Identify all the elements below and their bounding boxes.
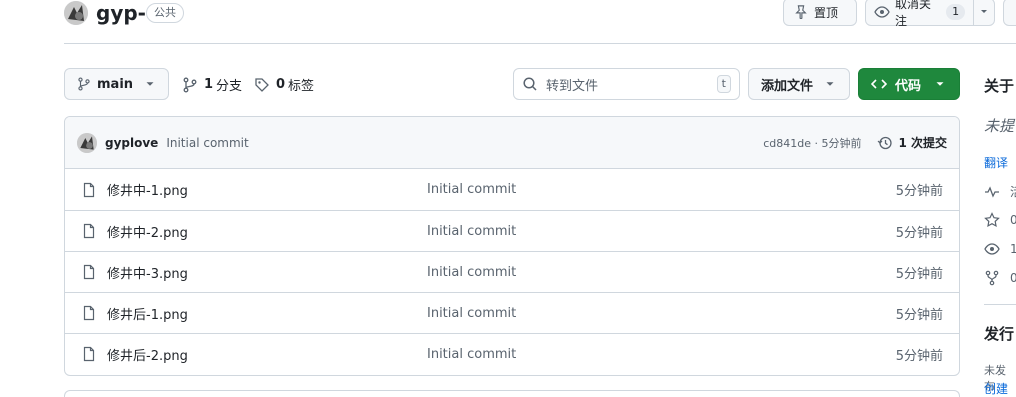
chevron-down-icon [936, 82, 944, 86]
chevron-down-icon[interactable] [974, 4, 994, 20]
stars-count: 0 [1010, 213, 1016, 227]
table-row[interactable]: 修井中-1.png Initial commit 5分钟前 [65, 169, 959, 210]
git-branch-icon [78, 77, 90, 91]
search-placeholder: 转到文件 [546, 78, 599, 94]
create-release-link[interactable]: 创建发 [984, 380, 1016, 397]
pin-label: 置顶 [814, 5, 839, 20]
code-button[interactable]: 代码 [858, 68, 960, 100]
star-icon [984, 212, 1000, 228]
add-file-label: 添加文件 [761, 78, 814, 94]
chevron-down-icon [826, 82, 834, 86]
file-commit-time: 5分钟前 [895, 307, 943, 323]
sidebar-watchers[interactable]: 1 [984, 241, 1016, 257]
code-icon [871, 79, 887, 89]
table-row[interactable]: 修井后-2.png Initial commit 5分钟前 [65, 333, 959, 374]
git-branch-icon [183, 77, 197, 92]
releases-title: 发行 [984, 325, 1015, 343]
sidebar-stars[interactable]: 0 [984, 212, 1016, 228]
about-description: 未提 [984, 117, 1015, 135]
readme-box-edge [64, 390, 960, 397]
translate-link[interactable]: 翻译 [984, 154, 1008, 171]
search-shortcut-key: t [716, 75, 731, 93]
add-file-button[interactable]: 添加文件 [748, 68, 850, 100]
repo-name[interactable]: gyp- [96, 1, 146, 25]
fork-icon [985, 270, 999, 286]
file-icon [83, 182, 95, 197]
pin-button[interactable]: 置顶 [783, 0, 857, 26]
file-name[interactable]: 修井中-3.png [107, 263, 427, 282]
file-commit-message[interactable]: Initial commit [427, 182, 516, 197]
watchers-count: 1 [1010, 242, 1016, 256]
tags-label: 标签 [288, 79, 315, 94]
file-commit-time: 5分钟前 [895, 348, 943, 364]
branches-link[interactable]: 1 分支 [182, 75, 242, 94]
sidebar-forks[interactable]: 0 [984, 270, 1016, 286]
watch-label: 取消关注 [895, 0, 932, 28]
visibility-badge: 公共 [146, 3, 184, 23]
file-table: gyplove Initial commit cd841de · 5分钟前 1 … [64, 116, 960, 376]
header-divider [64, 43, 1016, 44]
tag-icon [255, 77, 269, 92]
table-row[interactable]: 修井后-1.png Initial commit 5分钟前 [65, 292, 959, 333]
search-icon [523, 77, 537, 91]
file-commit-message[interactable]: Initial commit [427, 306, 516, 321]
file-commit-time: 5分钟前 [895, 225, 943, 241]
owner-avatar[interactable] [64, 1, 88, 25]
commit-author-avatar[interactable] [77, 132, 97, 153]
commit-message[interactable]: Initial commit [166, 136, 248, 150]
history-icon [878, 136, 893, 149]
sidebar-activity[interactable]: 活 [984, 183, 1016, 200]
pin-icon [795, 5, 807, 19]
eye-icon [984, 243, 1000, 255]
file-name[interactable]: 修井后-1.png [107, 304, 427, 323]
latest-commit-bar: gyplove Initial commit cd841de · 5分钟前 1 … [65, 117, 959, 169]
eye-icon [874, 6, 890, 18]
code-label: 代码 [895, 78, 922, 94]
fork-button-partial[interactable] [1003, 0, 1016, 26]
history-label: 1 次提交 [898, 136, 947, 150]
file-name[interactable]: 修井中-1.png [107, 180, 427, 199]
commit-author[interactable]: gyplove [105, 136, 158, 150]
commit-meta[interactable]: cd841de · 5分钟前 [763, 135, 861, 151]
watch-count: 1 [946, 4, 966, 20]
pulse-icon [985, 185, 999, 198]
chevron-down-icon [146, 82, 154, 86]
branch-select-button[interactable]: main [64, 68, 169, 100]
file-name[interactable]: 修井后-2.png [107, 345, 427, 364]
tags-count: 0 [276, 77, 286, 92]
about-title: 关于 [984, 77, 1015, 95]
forks-count: 0 [1010, 271, 1016, 285]
table-row[interactable]: 修井中-2.png Initial commit 5分钟前 [65, 210, 959, 251]
activity-label: 活 [1010, 183, 1016, 200]
file-icon [83, 223, 95, 239]
file-icon [83, 305, 95, 321]
commit-history-link[interactable]: 1 次提交 [877, 134, 947, 151]
file-commit-time: 5分钟前 [895, 266, 943, 282]
branch-name: main [97, 76, 134, 92]
file-icon [83, 264, 95, 280]
go-to-file-input[interactable]: 转到文件 t [513, 68, 740, 100]
tags-link[interactable]: 0 标签 [254, 75, 314, 94]
branches-count: 1 [204, 77, 214, 92]
branches-label: 分支 [216, 79, 243, 94]
watch-button[interactable]: 取消关注 1 [865, 0, 995, 28]
sidebar-divider [984, 304, 1016, 305]
file-name[interactable]: 修井中-2.png [107, 222, 427, 241]
table-row[interactable]: 修井中-3.png Initial commit 5分钟前 [65, 251, 959, 292]
file-commit-message[interactable]: Initial commit [427, 265, 516, 280]
file-icon [83, 346, 95, 362]
file-commit-message[interactable]: Initial commit [427, 224, 516, 239]
file-commit-message[interactable]: Initial commit [427, 347, 516, 362]
file-list: 修井中-1.png Initial commit 5分钟前 修井中-2.png … [65, 169, 959, 374]
file-commit-time: 5分钟前 [895, 184, 943, 199]
